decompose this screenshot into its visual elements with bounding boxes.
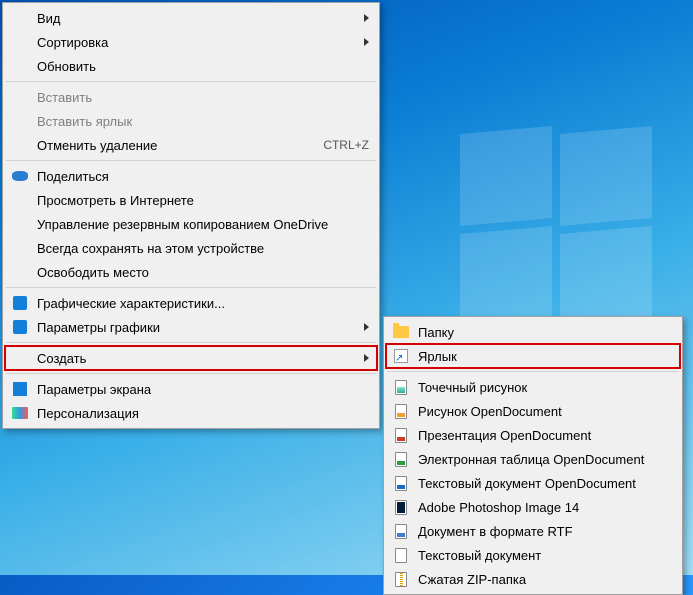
menu-separator: [6, 373, 376, 374]
blank-icon: [11, 349, 29, 367]
menu-item-rtf[interactable]: Документ в формате RTF: [386, 519, 680, 543]
blank-icon: [11, 239, 29, 257]
menu-item-label: Презентация OpenDocument: [418, 428, 672, 443]
folder-icon: [392, 323, 410, 341]
blank-icon: [11, 191, 29, 209]
menu-item-label: Текстовый документ OpenDocument: [418, 476, 672, 491]
menu-item-label: Просмотреть в Интернете: [37, 193, 369, 208]
menu-item-shortcut: CTRL+Z: [323, 138, 369, 152]
menu-item-label: Adobe Photoshop Image 14: [418, 500, 672, 515]
menu-item-txt[interactable]: Текстовый документ: [386, 543, 680, 567]
menu-item-odg[interactable]: Рисунок OpenDocument: [386, 399, 680, 423]
blank-icon: [11, 112, 29, 130]
menu-item-free-space[interactable]: Освободить место: [5, 260, 377, 284]
menu-item-label: Параметры экрана: [37, 382, 369, 397]
menu-item-refresh[interactable]: Обновить: [5, 54, 377, 78]
menu-item-label: Сжатая ZIP-папка: [418, 572, 672, 587]
file-zip-icon: [392, 570, 410, 588]
menu-item-label: Создать: [37, 351, 356, 366]
file-bmp-icon: [392, 378, 410, 396]
file-odp-icon: [392, 426, 410, 444]
blank-icon: [11, 215, 29, 233]
blank-icon: [11, 88, 29, 106]
menu-item-label: Отменить удаление: [37, 138, 313, 153]
desktop-context-menu: Вид Сортировка Обновить Вставить Вставить яр…: [2, 2, 380, 429]
menu-item-label: Ярлык: [418, 349, 672, 364]
menu-item-folder[interactable]: Папку: [386, 320, 680, 344]
menu-item-label: Папку: [418, 325, 672, 340]
menu-item-label: Всегда сохранять на этом устройстве: [37, 241, 369, 256]
menu-item-personalize[interactable]: Персонализация: [5, 401, 377, 425]
menu-item-paste: Вставить: [5, 85, 377, 109]
menu-item-sort[interactable]: Сортировка: [5, 30, 377, 54]
menu-item-undo-delete[interactable]: Отменить удаление CTRL+Z: [5, 133, 377, 157]
blank-icon: [11, 263, 29, 281]
blank-icon: [11, 9, 29, 27]
menu-item-label: Точечный рисунок: [418, 380, 672, 395]
file-odg-icon: [392, 402, 410, 420]
menu-item-label: Документ в формате RTF: [418, 524, 672, 539]
settings-icon: [11, 380, 29, 398]
blank-icon: [11, 136, 29, 154]
menu-item-label: Освободить место: [37, 265, 369, 280]
file-ods-icon: [392, 450, 410, 468]
menu-item-zip[interactable]: Сжатая ZIP-папка: [386, 567, 680, 591]
personalize-icon: [11, 404, 29, 422]
menu-item-onedrive-backup[interactable]: Управление резервным копированием OneDri…: [5, 212, 377, 236]
menu-item-display-settings[interactable]: Параметры экрана: [5, 377, 377, 401]
file-rtf-icon: [392, 522, 410, 540]
menu-item-label: Электронная таблица OpenDocument: [418, 452, 672, 467]
menu-item-view-online[interactable]: Просмотреть в Интернете: [5, 188, 377, 212]
file-txt-icon: [392, 546, 410, 564]
menu-item-label: Графические характеристики...: [37, 296, 369, 311]
intel-icon: [11, 318, 29, 336]
menu-item-shortcut[interactable]: Ярлык: [386, 344, 680, 368]
menu-item-psd[interactable]: Adobe Photoshop Image 14: [386, 495, 680, 519]
menu-item-label: Персонализация: [37, 406, 369, 421]
menu-item-label: Текстовый документ: [418, 548, 672, 563]
menu-item-label: Параметры графики: [37, 320, 356, 335]
chevron-right-icon: [364, 38, 369, 46]
menu-item-odp[interactable]: Презентация OpenDocument: [386, 423, 680, 447]
blank-icon: [11, 57, 29, 75]
menu-item-view[interactable]: Вид: [5, 6, 377, 30]
menu-item-label: Обновить: [37, 59, 369, 74]
file-odt-icon: [392, 474, 410, 492]
chevron-right-icon: [364, 354, 369, 362]
chevron-right-icon: [364, 14, 369, 22]
menu-item-label: Поделиться: [37, 169, 369, 184]
create-submenu: Папку Ярлык Точечный рисунок Рисунок OpenDo…: [383, 316, 683, 595]
menu-item-label: Сортировка: [37, 35, 356, 50]
menu-separator: [6, 287, 376, 288]
menu-item-label: Управление резервным копированием OneDri…: [37, 217, 369, 232]
menu-item-label: Вставить ярлык: [37, 114, 369, 129]
windows-logo: [460, 130, 660, 330]
menu-item-label: Рисунок OpenDocument: [418, 404, 672, 419]
onedrive-icon: [11, 167, 29, 185]
menu-separator: [6, 342, 376, 343]
file-psd-icon: [392, 498, 410, 516]
menu-item-label: Вставить: [37, 90, 369, 105]
menu-item-label: Вид: [37, 11, 356, 26]
menu-separator: [387, 371, 679, 372]
menu-item-odt[interactable]: Текстовый документ OpenDocument: [386, 471, 680, 495]
shortcut-icon: [392, 347, 410, 365]
menu-item-paste-shortcut: Вставить ярлык: [5, 109, 377, 133]
menu-item-create[interactable]: Создать: [5, 346, 377, 370]
menu-item-bmp[interactable]: Точечный рисунок: [386, 375, 680, 399]
menu-separator: [6, 160, 376, 161]
menu-item-always-save[interactable]: Всегда сохранять на этом устройстве: [5, 236, 377, 260]
menu-item-share[interactable]: Поделиться: [5, 164, 377, 188]
intel-icon: [11, 294, 29, 312]
menu-item-gfx-props[interactable]: Графические характеристики...: [5, 291, 377, 315]
menu-item-ods[interactable]: Электронная таблица OpenDocument: [386, 447, 680, 471]
chevron-right-icon: [364, 323, 369, 331]
menu-item-gfx-params[interactable]: Параметры графики: [5, 315, 377, 339]
blank-icon: [11, 33, 29, 51]
menu-separator: [6, 81, 376, 82]
